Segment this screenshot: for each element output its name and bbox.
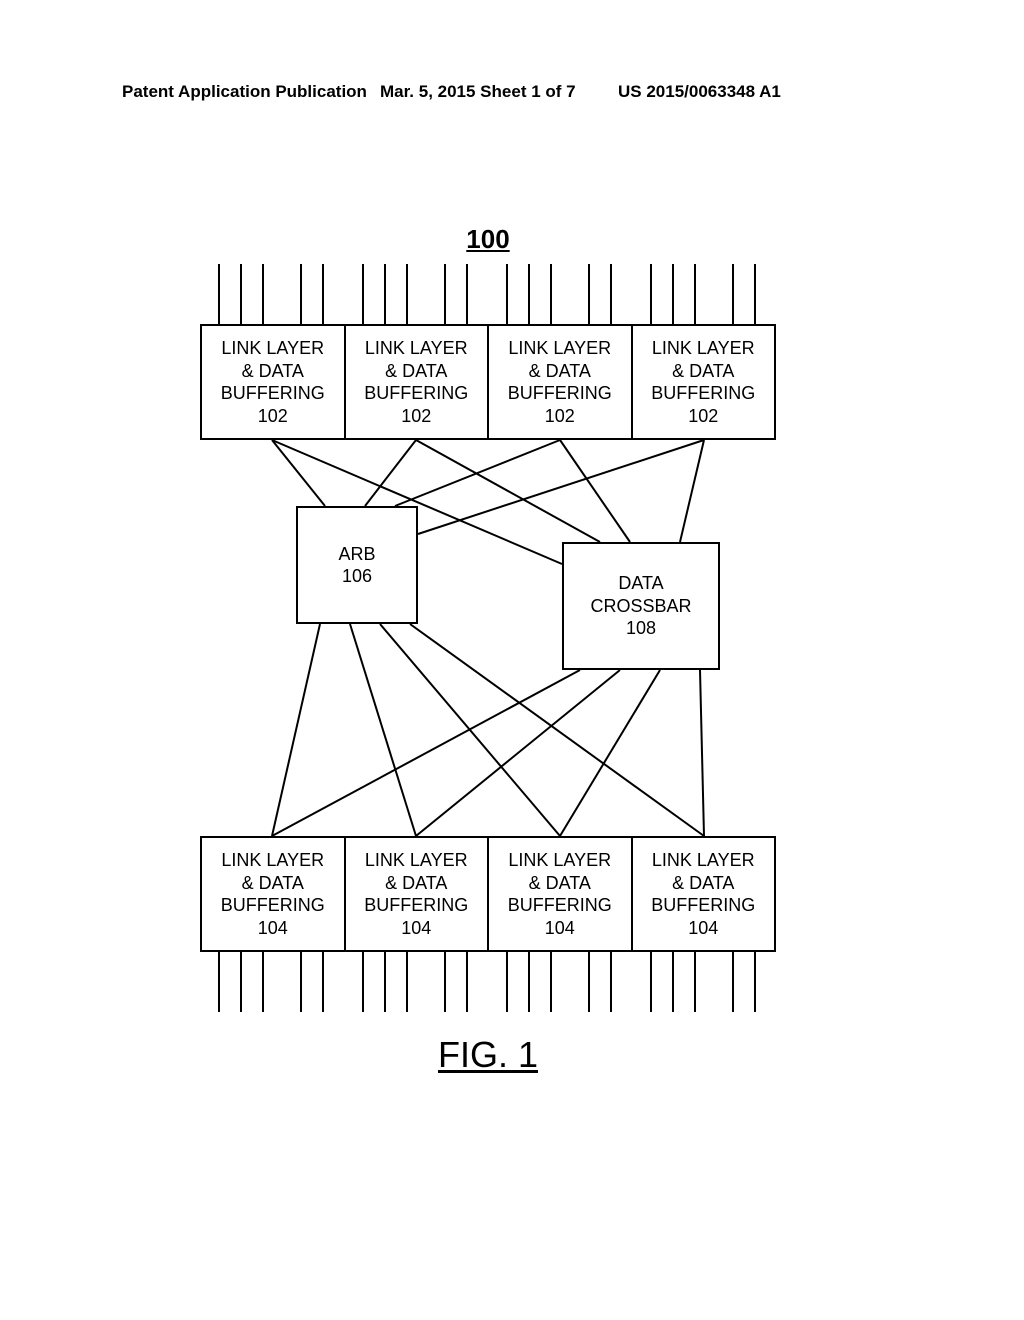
header-pub-type: Patent Application Publication bbox=[122, 82, 367, 102]
header-pub-number: US 2015/0063348 A1 bbox=[618, 82, 781, 102]
arbiter-block: ARB 106 bbox=[296, 506, 418, 624]
header-date-sheet: Mar. 5, 2015 Sheet 1 of 7 bbox=[380, 82, 576, 102]
figure-area: 100 LINK LAYER & DATA BUFFERING 102 LINK… bbox=[200, 224, 776, 1054]
block-label: ARB bbox=[338, 543, 375, 566]
block-label: CROSSBAR bbox=[590, 595, 691, 618]
block-ref-num: 106 bbox=[342, 565, 372, 588]
block-label: DATA bbox=[618, 572, 663, 595]
page: Patent Application Publication Mar. 5, 2… bbox=[0, 0, 1024, 1320]
block-ref-num: 108 bbox=[626, 617, 656, 640]
data-crossbar-block: DATA CROSSBAR 108 bbox=[562, 542, 720, 670]
